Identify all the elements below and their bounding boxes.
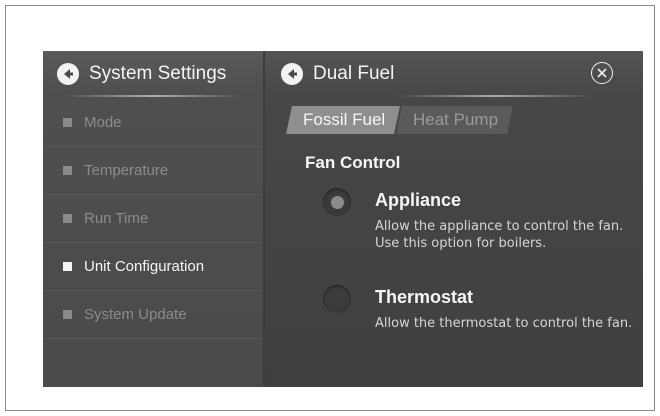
tab-heat-pump[interactable]: Heat Pump	[396, 106, 514, 134]
option-label: Appliance	[375, 190, 462, 210]
main-header: Dual Fuel	[265, 51, 643, 96]
sidebar-item-label: System Update	[84, 306, 187, 323]
bullet-square-icon	[63, 262, 72, 271]
radio-thermostat[interactable]	[323, 285, 351, 313]
sidebar-item-label: Mode	[84, 114, 122, 131]
tab-label: Heat Pump	[413, 110, 499, 129]
close-icon	[597, 68, 607, 78]
sidebar-item-unit-configuration[interactable]: Unit Configuration	[43, 243, 263, 291]
option-description: Allow the appliance to control the fan. …	[375, 219, 624, 251]
bullet-square-icon	[63, 118, 72, 127]
sidebar-item-label: Temperature	[84, 162, 169, 179]
sidebar-item-label: Unit Configuration	[84, 258, 205, 275]
bullet-square-icon	[63, 166, 72, 175]
tab-fossil-fuel[interactable]: Fossil Fuel	[286, 106, 401, 134]
arrow-left-icon	[64, 68, 73, 79]
bullet-square-icon	[63, 214, 72, 223]
option-description: Allow the thermostat to control the fan.	[375, 316, 633, 331]
radio-appliance[interactable]	[323, 188, 351, 216]
sidebar-title: System Settings	[89, 62, 227, 84]
radio-selected-dot	[330, 195, 344, 209]
sidebar: System Settings Mode Temperature Run Tim…	[43, 51, 263, 387]
sidebar-item-system-update[interactable]: System Update	[43, 291, 263, 339]
main-panel: Dual Fuel Fossil Fuel Heat Pump Fan Cont…	[265, 51, 643, 387]
thermostat-screen: System Settings Mode Temperature Run Tim…	[43, 51, 643, 387]
sidebar-item-run-time[interactable]: Run Time	[43, 195, 263, 243]
main-header-highlight	[395, 95, 595, 97]
fuel-tabs: Fossil Fuel Heat Pump	[286, 106, 514, 134]
close-button[interactable]	[591, 62, 613, 84]
arrow-left-icon	[288, 68, 297, 79]
back-button[interactable]	[281, 62, 303, 85]
sidebar-item-mode[interactable]: Mode	[43, 99, 263, 147]
bullet-square-icon	[63, 310, 72, 319]
sidebar-header-highlight	[63, 95, 243, 97]
sidebar-item-label: Run Time	[84, 210, 149, 227]
page-title: Dual Fuel	[313, 62, 395, 84]
sidebar-back-button[interactable]	[57, 62, 79, 85]
tab-label: Fossil Fuel	[303, 110, 386, 129]
section-title: Fan Control	[305, 153, 401, 172]
sidebar-item-temperature[interactable]: Temperature	[43, 147, 263, 195]
figure-frame: System Settings Mode Temperature Run Tim…	[5, 5, 655, 411]
sidebar-header: System Settings	[43, 51, 263, 96]
sidebar-menu: Mode Temperature Run Time Unit Configura…	[43, 99, 263, 339]
option-label: Thermostat	[375, 287, 474, 307]
